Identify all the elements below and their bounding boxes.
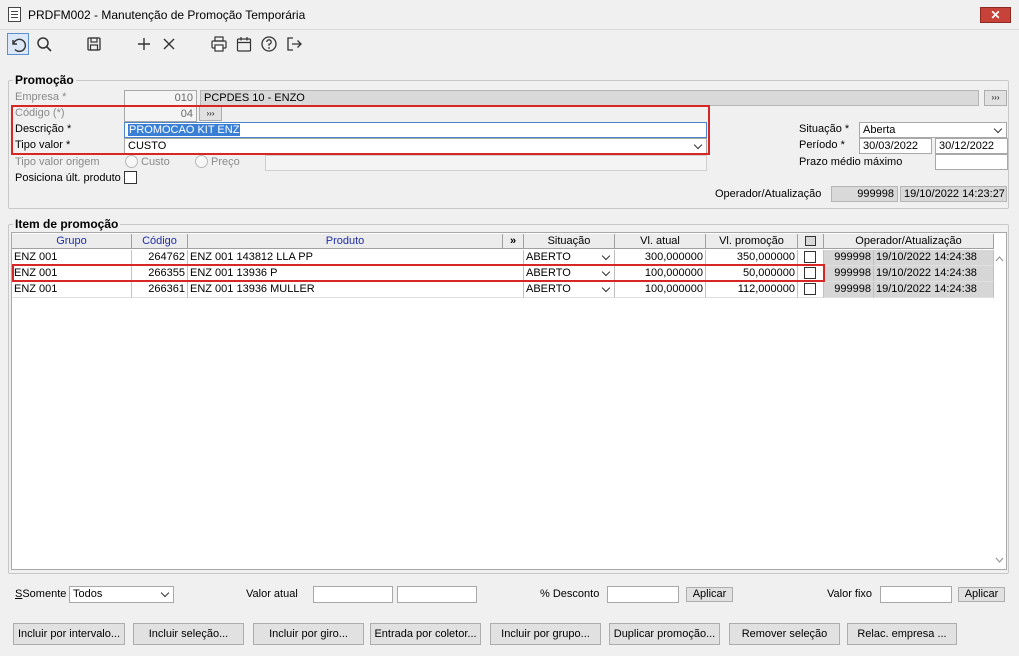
action-button-1[interactable]: Incluir seleção...: [133, 623, 244, 645]
periodo-fim-field[interactable]: 30/12/2022: [935, 138, 1008, 154]
title-bar: PRDFM002 - Manutenção de Promoção Tempor…: [0, 0, 1019, 30]
atualizacao-field: 19/10/2022 14:23:27: [900, 186, 1007, 202]
valor-atual-from-field[interactable]: [313, 586, 393, 603]
somente-label-text: Somente: [22, 588, 67, 600]
periodo-label: Período *: [799, 139, 845, 151]
col-situacao[interactable]: Situação: [524, 234, 615, 249]
somente-label: SSomente: [15, 588, 67, 600]
grid-cell-data: 19/10/2022 14:24:38: [874, 250, 994, 266]
action-button-6[interactable]: Remover seleção: [729, 623, 840, 645]
action-button-5[interactable]: Duplicar promoção...: [609, 623, 720, 645]
window-title: PRDFM002 - Manutenção de Promoção Tempor…: [28, 8, 306, 22]
grid-cell-operador: 999998: [824, 266, 874, 282]
empresa-code-field[interactable]: 010: [124, 90, 197, 106]
delete-icon[interactable]: [158, 33, 180, 55]
action-button-3[interactable]: Entrada por coletor...: [370, 623, 481, 645]
aplicar-desconto-button[interactable]: Aplicar: [686, 587, 733, 602]
valor-fixo-field[interactable]: [880, 586, 952, 603]
grid-cell-chk[interactable]: [798, 282, 824, 298]
desconto-label: % Desconto: [540, 588, 600, 600]
col-operador[interactable]: Operador/Atualização: [824, 234, 994, 249]
grid-cell-data: 19/10/2022 14:24:38: [874, 266, 994, 282]
close-button[interactable]: ✕: [980, 7, 1011, 23]
grid-cell-produto: ENZ 001 13936 MULLER: [188, 282, 524, 298]
situacao-label: Situação *: [799, 123, 850, 135]
valor-atual-label: Valor atual: [246, 588, 298, 600]
grid-cell-operador: 999998: [824, 282, 874, 298]
tipo-valor-origem-label: Tipo valor origem: [15, 156, 100, 168]
search-icon[interactable]: [33, 33, 55, 55]
col-grupo[interactable]: Grupo: [12, 234, 132, 249]
row-select-checkbox[interactable]: [804, 283, 816, 295]
add-icon[interactable]: [133, 33, 155, 55]
grid-cell-vl-atual: 100,000000: [615, 282, 706, 298]
empresa-label: Empresa *: [15, 91, 67, 103]
highlight-box-row: [12, 264, 825, 282]
app-icon: [8, 7, 21, 22]
col-vl-atual[interactable]: Vl. atual: [615, 234, 706, 249]
col-vl-promocao[interactable]: Vl. promoção: [706, 234, 798, 249]
somente-select[interactable]: Todos: [69, 586, 174, 603]
toolbar: [0, 30, 1019, 60]
grid-cell-vl-promocao: 112,000000: [706, 282, 798, 298]
row-select-checkbox[interactable]: [804, 251, 816, 263]
grid-cell-codigo: 266361: [132, 282, 188, 298]
radio-custo-label: Custo: [141, 156, 170, 168]
help-icon[interactable]: [258, 33, 280, 55]
posiciona-label: Posiciona últ. produto: [15, 172, 121, 184]
radio-custo[interactable]: [125, 155, 138, 168]
save-icon[interactable]: [83, 33, 105, 55]
col-expand[interactable]: »: [503, 234, 524, 249]
item-legend: Item de promoção: [13, 217, 121, 231]
operador-label: Operador/Atualização: [715, 188, 822, 200]
grid-cell-data: 19/10/2022 14:24:38: [874, 282, 994, 298]
undo-icon[interactable]: [7, 33, 29, 55]
operador-field: 999998: [831, 186, 898, 202]
periodo-inicio-field[interactable]: 30/03/2022: [859, 138, 932, 154]
col-produto[interactable]: Produto: [188, 234, 503, 249]
aplicar-valor-fixo-button[interactable]: Aplicar: [958, 587, 1005, 602]
print-icon[interactable]: [208, 33, 230, 55]
action-button-2[interactable]: Incluir por giro...: [253, 623, 364, 645]
action-button-7[interactable]: Relac. empresa ...: [847, 623, 957, 645]
items-grid[interactable]: Grupo Código Produto » Situação Vl. atua…: [11, 232, 1007, 570]
grid-cell-operador: 999998: [824, 250, 874, 266]
action-button-4[interactable]: Incluir por grupo...: [490, 623, 601, 645]
valor-fixo-label: Valor fixo: [827, 588, 873, 600]
action-button-0[interactable]: Incluir por intervalo...: [13, 623, 125, 645]
desconto-field[interactable]: [607, 586, 679, 603]
grid-scrollbar[interactable]: [993, 248, 1006, 569]
grid-cell-situacao[interactable]: ABERTO: [524, 282, 615, 298]
calendar-icon[interactable]: [233, 33, 255, 55]
highlight-box-header: [11, 105, 710, 155]
col-codigo[interactable]: Código: [132, 234, 188, 249]
prazo-field[interactable]: [935, 154, 1008, 170]
grid-cell-grupo: ENZ 001: [12, 282, 132, 298]
posiciona-checkbox[interactable]: [124, 171, 137, 184]
valor-atual-to-field[interactable]: [397, 586, 477, 603]
promocao-legend: Promoção: [13, 73, 76, 87]
exit-icon[interactable]: [283, 33, 305, 55]
radio-preco[interactable]: [195, 155, 208, 168]
col-select-all[interactable]: [798, 234, 824, 249]
radio-preco-label: Preço: [211, 156, 240, 168]
empresa-lookup-button[interactable]: ›››: [984, 90, 1007, 106]
tipo-valor-origem-field: [265, 155, 707, 171]
situacao-select[interactable]: Aberta: [859, 122, 1007, 138]
empresa-name-field: PCPDES 10 - ENZO: [200, 90, 979, 106]
prazo-label: Prazo médio máximo: [799, 156, 903, 168]
